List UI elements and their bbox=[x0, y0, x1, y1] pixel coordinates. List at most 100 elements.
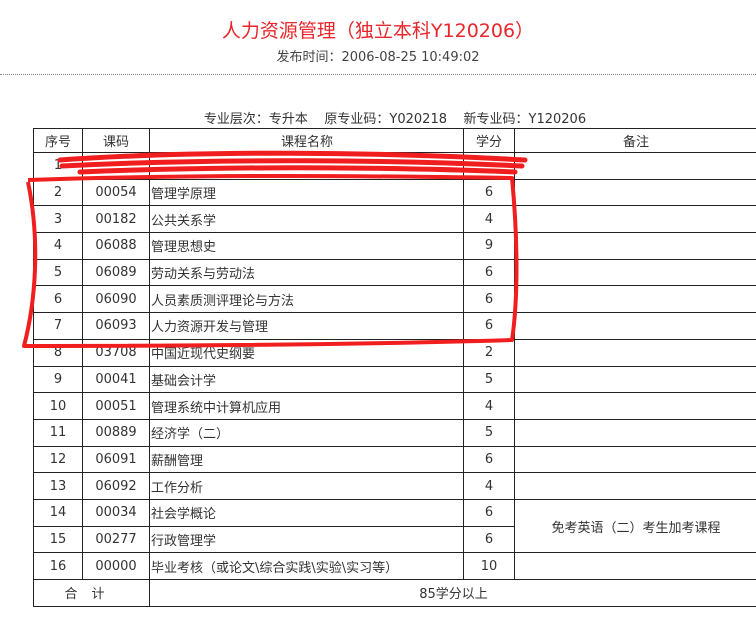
row-code: 03708 bbox=[82, 338, 150, 367]
table-row: 16 00000 毕业考核（或论文\综合实践\实验\实习等） 10 bbox=[33, 552, 756, 580]
row-note bbox=[514, 285, 756, 314]
row-course-name: 管理学原理 bbox=[149, 178, 464, 207]
table-row: 1 bbox=[33, 152, 756, 180]
row-code: 00034 bbox=[82, 498, 150, 527]
row-note bbox=[514, 472, 756, 500]
total-label: 合计 bbox=[33, 579, 150, 607]
table-row: 11 00889 经济学（二） 5 bbox=[33, 418, 756, 447]
row-code: 00889 bbox=[82, 418, 150, 447]
row-note bbox=[514, 445, 756, 474]
row-credit: 6 bbox=[463, 525, 515, 554]
row-credit: 4 bbox=[463, 472, 515, 500]
new-major-code: 新专业码：Y120206 bbox=[463, 112, 587, 127]
header-name: 课程名称 bbox=[149, 128, 464, 153]
row-note bbox=[514, 338, 756, 367]
header-code: 课码 bbox=[82, 128, 150, 153]
row-course-name: 管理思想史 bbox=[149, 232, 464, 260]
row-course-name: 公共关系学 bbox=[149, 205, 464, 234]
publish-time: 发布时间：2006-08-25 10:49:02 bbox=[276, 50, 480, 65]
row-credit: 6 bbox=[463, 285, 515, 314]
row-note bbox=[514, 205, 756, 234]
row-credit: 4 bbox=[463, 205, 515, 234]
row-seq: 16 bbox=[33, 552, 83, 580]
total-value: 85学分以上 bbox=[149, 579, 756, 607]
row-credit: 6 bbox=[463, 178, 515, 207]
row-code: 00277 bbox=[82, 525, 150, 554]
row-course-name: 劳动关系与劳动法 bbox=[149, 258, 464, 287]
row-seq: 3 bbox=[33, 205, 83, 234]
row-course-name: 基础会计学 bbox=[149, 365, 464, 394]
table-row: 4 06088 管理思想史 9 bbox=[33, 232, 756, 260]
total-row: 合计 85学分以上 bbox=[33, 579, 756, 607]
table-row: 6 06090 人员素质测评理论与方法 6 bbox=[33, 285, 756, 314]
row-course-name: 人力资源开发与管理 bbox=[149, 312, 464, 340]
old-major-code: 原专业码：Y020218 bbox=[324, 112, 447, 127]
row-code: 00182 bbox=[82, 205, 150, 234]
row-seq: 6 bbox=[33, 285, 83, 314]
row-seq: 13 bbox=[33, 472, 83, 500]
row-note bbox=[514, 392, 756, 420]
row-credit: 5 bbox=[463, 365, 515, 394]
header-note: 备注 bbox=[514, 128, 756, 153]
row-course-name: 工作分析 bbox=[149, 472, 464, 500]
row-seq: 5 bbox=[33, 258, 83, 287]
table-row: 10 00051 管理系统中计算机应用 4 bbox=[33, 392, 756, 420]
row-course-name bbox=[149, 152, 464, 180]
row-credit: 6 bbox=[463, 258, 515, 287]
row-course-name: 管理系统中计算机应用 bbox=[149, 392, 464, 420]
row-code: 06089 bbox=[82, 258, 150, 287]
row-seq: 9 bbox=[33, 365, 83, 394]
table-row: 12 06091 薪酬管理 6 bbox=[33, 445, 756, 474]
row-course-name: 毕业考核（或论文\综合实践\实验\实习等） bbox=[149, 552, 464, 580]
table-header-row: 序号 课码 课程名称 学分 备注 bbox=[33, 128, 756, 153]
row-credit bbox=[463, 152, 515, 180]
row-seq: 10 bbox=[33, 392, 83, 420]
row-code: 06091 bbox=[82, 445, 150, 474]
row-code: 00000 bbox=[82, 552, 150, 580]
table-row: 3 00182 公共关系学 4 bbox=[33, 205, 756, 234]
row-seq: 12 bbox=[33, 445, 83, 474]
row-note bbox=[514, 152, 756, 180]
row-credit: 6 bbox=[463, 498, 515, 527]
major-info: 专业层次：专升本 原专业码：Y020218 新专业码：Y120206 bbox=[0, 108, 756, 127]
course-table: 序号 课码 课程名称 学分 备注 1 2 00054 管理学原理 6 3 00182 公共关系… bbox=[33, 128, 756, 607]
page-title: 人力资源管理（独立本科Y120206） bbox=[221, 20, 535, 42]
row-seq: 8 bbox=[33, 338, 83, 367]
row-note bbox=[514, 232, 756, 260]
row-note: 免考英语（二）考生加考课程 bbox=[514, 498, 756, 554]
row-course-name: 中国近现代史纲要 bbox=[149, 338, 464, 367]
row-course-name: 人员素质测评理论与方法 bbox=[149, 285, 464, 314]
row-credit: 6 bbox=[463, 312, 515, 340]
row-seq: 2 bbox=[33, 178, 83, 207]
row-note bbox=[514, 365, 756, 394]
row-course-name: 经济学（二） bbox=[149, 418, 464, 447]
dotted-divider bbox=[0, 74, 756, 75]
row-credit: 10 bbox=[463, 552, 515, 580]
row-credit: 5 bbox=[463, 418, 515, 447]
header-credit: 学分 bbox=[463, 128, 515, 153]
row-code: 06090 bbox=[82, 285, 150, 314]
row-note bbox=[514, 258, 756, 287]
row-course-name: 行政管理学 bbox=[149, 525, 464, 554]
row-seq: 11 bbox=[33, 418, 83, 447]
row-seq: 1 bbox=[33, 152, 83, 180]
row-note bbox=[514, 178, 756, 207]
row-course-name: 社会学概论 bbox=[149, 498, 464, 527]
row-credit: 6 bbox=[463, 445, 515, 474]
table-row: 8 03708 中国近现代史纲要 2 bbox=[33, 338, 756, 367]
row-code: 06092 bbox=[82, 472, 150, 500]
table-row: 13 06092 工作分析 4 bbox=[33, 472, 756, 500]
table-row: 5 06089 劳动关系与劳动法 6 bbox=[33, 258, 756, 287]
row-course-name: 薪酬管理 bbox=[149, 445, 464, 474]
row-seq: 7 bbox=[33, 312, 83, 340]
row-credit: 9 bbox=[463, 232, 515, 260]
row-code: 06093 bbox=[82, 312, 150, 340]
row-code: 06088 bbox=[82, 232, 150, 260]
row-code: 00051 bbox=[82, 392, 150, 420]
table-row: 7 06093 人力资源开发与管理 6 bbox=[33, 312, 756, 340]
major-level: 专业层次：专升本 bbox=[203, 112, 308, 127]
row-seq: 14 bbox=[33, 498, 83, 527]
row-note bbox=[514, 312, 756, 340]
row-seq: 15 bbox=[33, 525, 83, 554]
table-row: 2 00054 管理学原理 6 bbox=[33, 178, 756, 207]
